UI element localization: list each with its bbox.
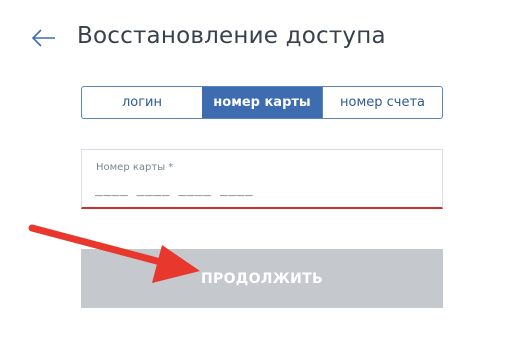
card-number-input[interactable] <box>95 182 425 197</box>
recovery-method-tabs: логин номер карты номер счета <box>81 86 443 119</box>
tab-account-number[interactable]: номер счета <box>322 87 442 118</box>
tab-login[interactable]: логин <box>82 87 202 118</box>
tab-card-number[interactable]: номер карты <box>202 87 322 118</box>
continue-button[interactable]: ПРОДОЛЖИТЬ <box>81 249 443 308</box>
card-number-field: Номер карты * <box>81 149 443 209</box>
page-title: Восстановление доступа <box>77 23 386 49</box>
back-arrow-icon[interactable] <box>31 27 57 49</box>
card-number-label: Номер карты * <box>96 162 174 173</box>
